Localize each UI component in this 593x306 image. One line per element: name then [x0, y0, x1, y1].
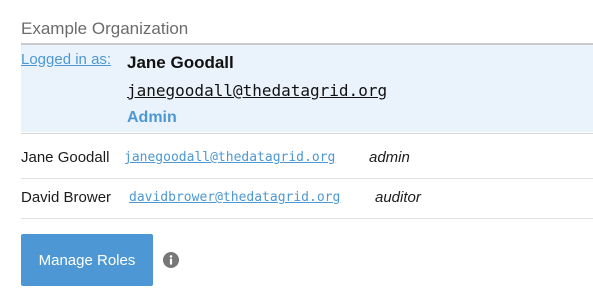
manage-roles-button[interactable]: Manage Roles: [21, 234, 153, 286]
logged-in-label-link[interactable]: Logged in as:: [21, 51, 111, 68]
member-name: Jane Goodall: [21, 149, 110, 166]
info-circle-icon[interactable]: [163, 252, 179, 268]
current-user-role: Admin: [127, 109, 177, 126]
panel-divider: [21, 133, 593, 134]
member-role: auditor: [375, 189, 421, 206]
current-user-email-link[interactable]: janegoodall@thedatagrid.org: [127, 81, 387, 100]
member-role: admin: [369, 149, 410, 166]
current-user-name: Jane Goodall: [127, 53, 234, 72]
member-email-link[interactable]: davidbrower@thedatagrid.org: [129, 178, 340, 218]
member-row: Jane Goodall janegoodall@thedatagrid.org…: [21, 138, 593, 179]
member-email-link[interactable]: janegoodall@thedatagrid.org: [124, 138, 335, 178]
member-name: David Brower: [21, 189, 112, 206]
member-row: David Brower davidbrower@thedatagrid.org…: [21, 178, 593, 219]
current-user-panel: Logged in as: Jane Goodall janegoodall@t…: [21, 45, 593, 132]
organization-title: Example Organization: [21, 19, 189, 38]
